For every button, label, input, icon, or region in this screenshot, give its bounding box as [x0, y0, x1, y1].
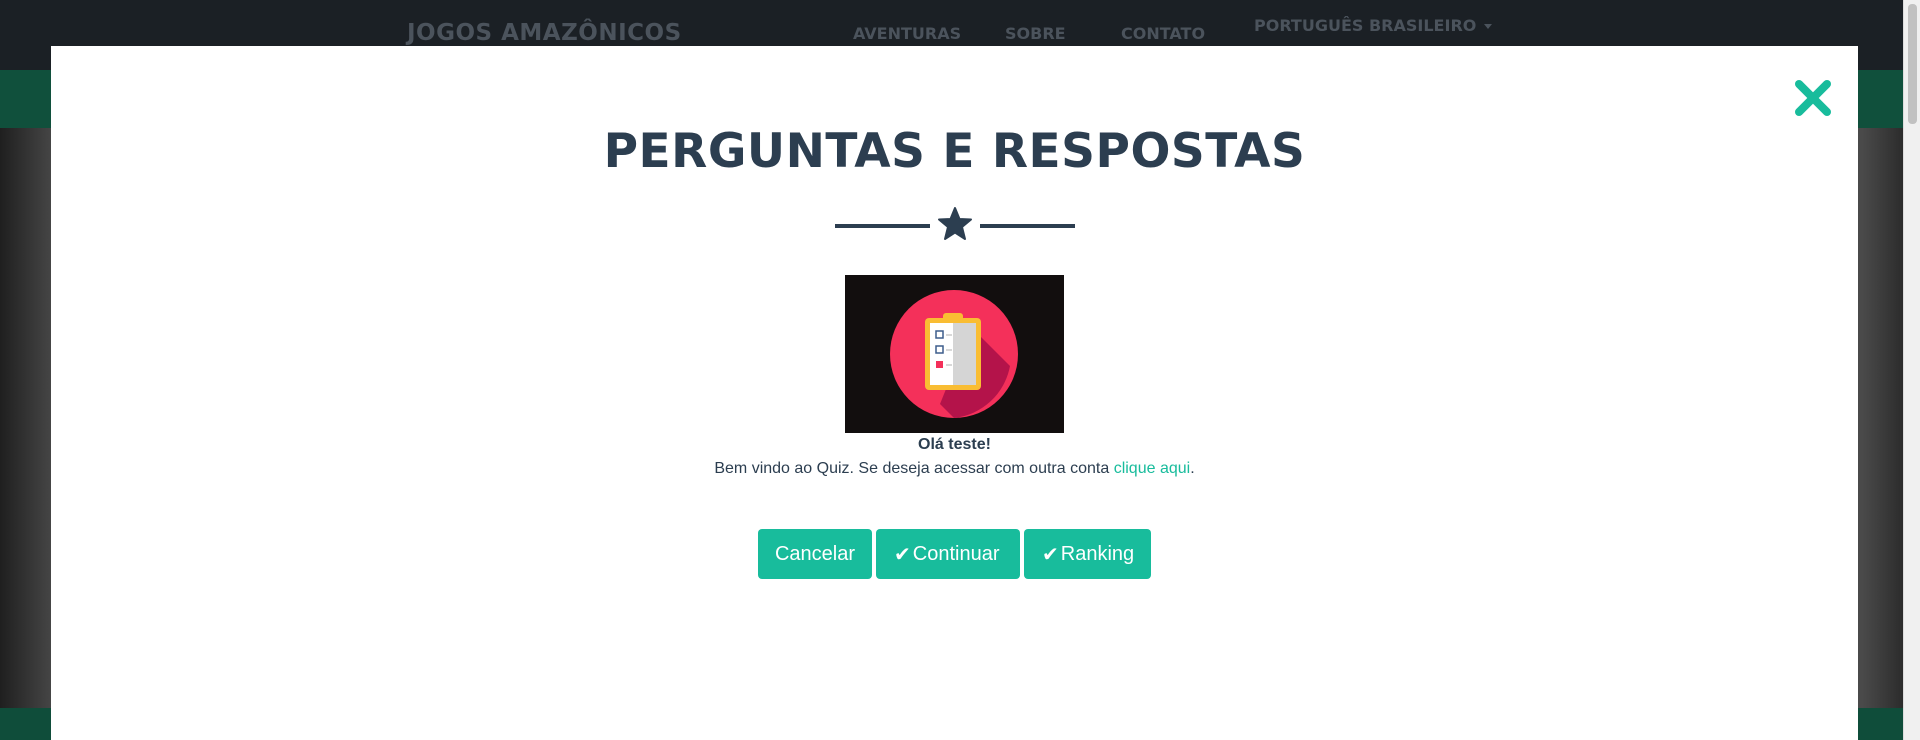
scrollbar-thumb[interactable]: [1908, 4, 1917, 124]
ranking-button-label: Ranking: [1060, 542, 1135, 565]
nav-link-aventuras[interactable]: AVENTURAS: [853, 24, 961, 43]
brand-logo-text[interactable]: JOGOS AMAZÔNICOS: [407, 20, 682, 46]
quiz-image: [845, 275, 1064, 433]
divider-line-right: [980, 224, 1075, 228]
cancel-button-label: Cancelar: [774, 542, 856, 565]
clipboard-checklist-icon: [845, 275, 1064, 433]
modal-title: PERGUNTAS E RESPOSTAS: [603, 124, 1306, 179]
language-label: PORTUGUÊS BRASILEIRO: [1254, 16, 1477, 35]
quiz-modal: PERGUNTAS E RESPOSTAS Olá teste! Bem vin…: [51, 46, 1858, 740]
star-icon: [938, 207, 972, 240]
continue-button-label: Continuar: [912, 542, 1000, 565]
welcome-end: .: [1190, 460, 1195, 477]
title-divider: [835, 206, 1075, 246]
welcome-text: Bem vindo ao Quiz. Se deseja acessar com…: [714, 460, 1110, 477]
continue-button[interactable]: ✔ Continuar: [876, 529, 1020, 579]
greeting-text: Olá teste!: [918, 436, 991, 453]
ranking-button[interactable]: ✔ Ranking: [1024, 529, 1151, 579]
switch-account-link[interactable]: clique aqui: [1114, 460, 1191, 477]
check-icon: ✔: [894, 542, 911, 566]
cancel-button[interactable]: Cancelar: [758, 529, 872, 579]
caret-down-icon: [1484, 24, 1493, 29]
close-icon[interactable]: [1791, 76, 1835, 120]
welcome-message: Bem vindo ao Quiz. Se deseja acessar com…: [51, 460, 1858, 478]
modal-actions: Cancelar ✔ Continuar ✔ Ranking: [758, 529, 1151, 579]
nav-link-contato[interactable]: CONTATO: [1121, 24, 1205, 43]
divider-line-left: [835, 224, 930, 228]
language-dropdown[interactable]: PORTUGUÊS BRASILEIRO: [1254, 16, 1493, 35]
check-icon: ✔: [1042, 542, 1059, 566]
nav-link-sobre[interactable]: SOBRE: [1005, 24, 1066, 43]
page-scrollbar[interactable]: [1903, 0, 1920, 740]
